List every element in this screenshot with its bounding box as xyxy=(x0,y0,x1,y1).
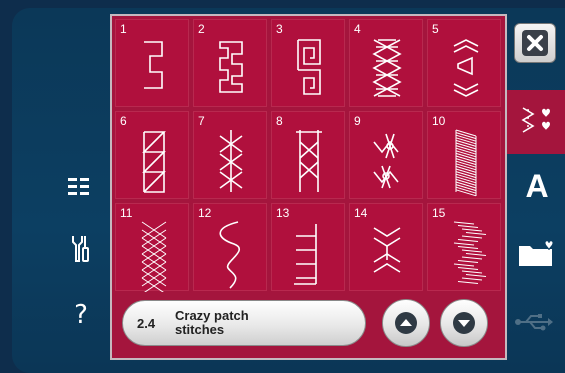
stitch-pattern-icon xyxy=(144,41,163,89)
stitch-pattern-icon xyxy=(219,130,243,192)
personal-folder-icon[interactable] xyxy=(518,240,554,268)
stitch-cell[interactable]: 15 xyxy=(427,203,501,291)
stitch-cell[interactable]: 8 xyxy=(271,111,345,199)
stitch-cell[interactable]: 5 xyxy=(427,19,501,107)
stitch-pattern-icon xyxy=(219,41,243,93)
stitch-pattern-icon xyxy=(373,227,401,273)
arrow-up-icon xyxy=(395,312,417,334)
tab-stitches[interactable] xyxy=(507,90,565,154)
stitch-cell[interactable]: 9 xyxy=(349,111,423,199)
scroll-up-button[interactable] xyxy=(382,299,430,347)
stitch-cell[interactable]: 13 xyxy=(271,203,345,291)
category-button[interactable]: 2.4 Crazy patch stitches xyxy=(122,300,366,346)
stitch-pattern-icon xyxy=(453,221,487,284)
stitch-cell[interactable]: 10 xyxy=(427,111,501,199)
tab-fonts[interactable]: A xyxy=(517,166,557,206)
stitch-cell[interactable]: 4 xyxy=(349,19,423,107)
help-icon[interactable]: ? xyxy=(68,300,94,330)
category-code: 2.4 xyxy=(137,315,156,331)
close-icon xyxy=(522,30,548,56)
list-menu-icon[interactable] xyxy=(68,176,90,198)
usb-icon xyxy=(514,312,554,332)
stitch-cell[interactable]: 6 xyxy=(115,111,189,199)
stitch-pattern-icon xyxy=(296,130,322,192)
stitch-cell[interactable]: 3 xyxy=(271,19,345,107)
stitch-pattern-icon xyxy=(141,221,167,292)
stitch-pattern-icon xyxy=(219,221,241,289)
stitch-cell[interactable]: 12 xyxy=(193,203,267,291)
stitch-cell[interactable]: 7 xyxy=(193,111,267,199)
stitch-cell[interactable]: 1 xyxy=(115,19,189,107)
stitch-pattern-icon xyxy=(453,39,479,97)
stitch-pattern-icon xyxy=(372,39,402,97)
settings-tools-icon[interactable] xyxy=(70,234,90,264)
stitch-hearts-icon xyxy=(521,107,550,133)
scroll-down-button[interactable] xyxy=(440,299,488,347)
stitch-pattern-icon xyxy=(294,224,317,285)
stitch-cell[interactable]: 11 xyxy=(115,203,189,292)
close-button[interactable] xyxy=(514,23,556,63)
stitch-pattern-icon xyxy=(455,129,477,197)
category-name: Crazy patch stitches xyxy=(175,308,249,337)
stitch-pattern-icon xyxy=(373,133,399,189)
stitch-cell[interactable]: 2 xyxy=(193,19,267,107)
arrow-down-icon xyxy=(453,312,475,334)
stitch-pattern-icon xyxy=(297,39,321,95)
stitch-pattern-icon xyxy=(142,131,166,193)
stitch-cell[interactable]: 14 xyxy=(349,203,423,291)
